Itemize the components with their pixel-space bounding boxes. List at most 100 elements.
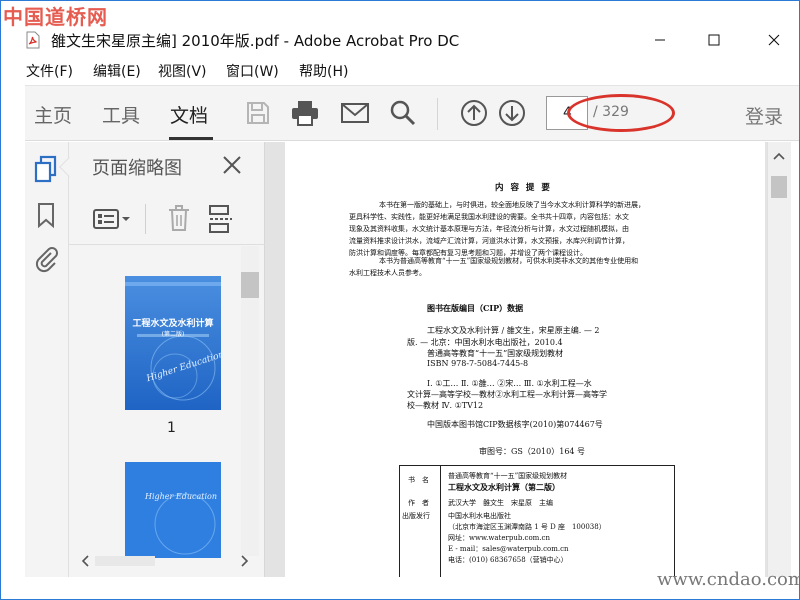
tab-document[interactable]: 文档	[170, 101, 208, 128]
panel-divider	[69, 244, 265, 245]
trash-icon	[169, 205, 189, 231]
abstract-line: 更具科学性、实践性，能更好地满足我国水利建设的需要。全书共十四章，内容包括：水文	[349, 213, 629, 221]
search-button[interactable]	[387, 97, 419, 129]
page-thumbnails-button[interactable]	[31, 154, 61, 184]
page-thumbnail-2[interactable]: Higher Education	[125, 462, 221, 558]
maximize-icon	[708, 34, 720, 46]
publication-info-table: 书 名 普通高等教育“十一五”国家级规划教材 工程水文及水利计算（第二版） 作 …	[399, 465, 675, 577]
review-number: 审图号：GS（2010）164 号	[479, 447, 586, 456]
document-scroll-thumb[interactable]	[771, 176, 787, 198]
table-label: 书 名	[408, 476, 429, 484]
cip-number: 中国版本图书馆CIP数据核字(2010)第074467号	[427, 420, 603, 429]
thumbnail-list: 工程水文及水利计算 (第二版) Higher Education 1 Highe…	[69, 246, 265, 558]
panel-tools-divider	[145, 204, 146, 234]
thumbnail-options-button[interactable]	[93, 206, 133, 232]
minimize-icon	[655, 39, 665, 41]
cip-line: 工程水文及水利计算 / 雒文生，宋星原主编. — 2	[427, 326, 600, 335]
bookmark-icon	[38, 203, 54, 228]
tab-home[interactable]: 主页	[34, 101, 72, 128]
page-thumbnail-1[interactable]: 工程水文及水利计算 (第二版) Higher Education	[125, 276, 226, 410]
abstract-line: 现象及其资料收集，水文统计基本原理与方法，年径流分析与计算，水文过程随机模拟，由	[349, 225, 629, 233]
abstract-line: 本书在第一版的基础上，与时俱进，较全面地反映了当今水文水利计算科学的新进展，	[379, 201, 645, 209]
table-value: （北京市海淀区玉渊潭南路 1 号 D 座 100038）	[448, 523, 606, 531]
thumbnails-panel: 页面缩略图 工程水文及水利计算 (第二版) Higher Education 1…	[59, 142, 265, 577]
cover-title: 工程水文及水利计算	[132, 319, 214, 329]
menu-edit[interactable]: 编辑(E)	[93, 61, 141, 81]
main-toolbar: 主页 工具 文档 4 / 329 登录	[25, 85, 799, 141]
bookmarks-button[interactable]	[31, 200, 61, 230]
delete-page-button[interactable]	[167, 204, 193, 234]
scroll-up-button[interactable]	[771, 148, 787, 164]
list-options-icon	[93, 209, 130, 229]
pdf-file-icon	[26, 31, 40, 49]
email-icon	[341, 103, 369, 123]
close-icon	[768, 34, 780, 46]
search-icon	[390, 100, 416, 126]
thumbnail-horizontal-scrollbar[interactable]	[81, 554, 251, 568]
print-icon	[292, 101, 318, 126]
previous-page-button[interactable]	[458, 97, 490, 129]
menu-window[interactable]: 窗口(W)	[226, 61, 279, 81]
page-count-highlight	[567, 94, 675, 132]
document-page: 内 容 提 要 本书在第一版的基础上，与时俱进，较全面地反映了当今水文水利计算科…	[285, 142, 765, 577]
tab-tools[interactable]: 工具	[102, 101, 140, 128]
page-thumbnails-icon	[34, 155, 57, 183]
cip-class-line: Ⅰ. ①工… Ⅱ. ①雒… ②宋… Ⅲ. ①水利工程—水	[427, 379, 592, 388]
window-title: 雒文生宋星原主编] 2010年版.pdf - Adobe Acrobat Pro…	[51, 32, 460, 50]
maximize-button[interactable]	[691, 25, 737, 55]
toolbar-divider	[437, 98, 438, 130]
attachments-button[interactable]	[31, 244, 61, 274]
table-column-divider	[440, 466, 441, 577]
cover-series: Higher Education	[145, 492, 218, 501]
cip-class-line: 校—教材 Ⅳ. ①TV12	[407, 401, 484, 410]
next-page-button[interactable]	[496, 97, 528, 129]
insert-page-button[interactable]	[207, 204, 235, 234]
close-icon	[223, 156, 241, 174]
abstract-line: 流量资料推求设计洪水，流域产汇流计算，河道洪水计算，水文预报，水库兴利调节计算，	[349, 237, 629, 245]
cip-line: 版. — 北京：中国水利水电出版社，2010.4	[407, 338, 563, 347]
table-value: 武汉大学 雒文生 宋星原 主编	[448, 499, 553, 507]
arrow-down-circle-icon	[499, 100, 525, 126]
navigation-rail	[25, 142, 69, 577]
document-scrollbar[interactable]	[767, 142, 791, 577]
save-icon	[247, 102, 269, 124]
table-value: 中国水利水电出版社	[448, 512, 511, 520]
cip-line: 普通高等教育“十一五”国家级规划教材	[427, 349, 564, 358]
paperclip-icon	[35, 247, 58, 273]
thumbnail-scroll-thumb[interactable]	[241, 272, 259, 298]
cover-image	[125, 276, 221, 410]
chevron-right-icon	[241, 555, 249, 567]
site-watermark-top: 中国道桥网	[3, 5, 108, 29]
save-button[interactable]	[242, 97, 274, 129]
table-label: 出版发行	[402, 512, 430, 520]
site-watermark-bottom: www.cndao.com	[657, 569, 800, 590]
title-bar: 雒文生宋星原主编] 2010年版.pdf - Adobe Acrobat Pro…	[1, 23, 799, 57]
table-label: 作 者	[408, 499, 429, 507]
insert-page-icon	[209, 205, 232, 233]
print-button[interactable]	[289, 97, 321, 129]
doc-heading: 内 容 提 要	[495, 183, 552, 193]
menu-file[interactable]: 文件(F)	[26, 61, 73, 81]
table-value: 普通高等教育“十一五”国家级规划教材	[448, 472, 568, 480]
abstract-line: 水利工程技术人员参考。	[349, 269, 426, 277]
thumbnail-page-label: 1	[167, 420, 176, 436]
active-tab-indicator	[169, 137, 213, 140]
menu-view[interactable]: 视图(V)	[158, 61, 207, 81]
chevron-up-icon	[773, 152, 785, 160]
menu-help[interactable]: 帮助(H)	[299, 61, 348, 81]
minimize-button[interactable]	[637, 25, 683, 55]
table-value: 工程水文及水利计算（第二版）	[448, 482, 560, 492]
email-button[interactable]	[339, 97, 371, 129]
close-panel-button[interactable]	[219, 152, 245, 178]
cip-heading: 图书在版编目（CIP）数据	[427, 303, 524, 313]
close-button[interactable]	[751, 25, 797, 55]
panel-toolbar	[83, 200, 253, 240]
table-value: E - mail：sales@waterpub.com.cn	[448, 545, 569, 553]
chevron-left-icon	[81, 555, 89, 567]
menu-bar: 文件(F) 编辑(E) 视图(V) 窗口(W) 帮助(H)	[1, 59, 799, 83]
panel-title: 页面缩略图	[92, 158, 182, 179]
document-view[interactable]: 内 容 提 要 本书在第一版的基础上，与时俱进，较全面地反映了当今水文水利计算科…	[265, 142, 767, 577]
horizontal-scroll-thumb[interactable]	[95, 556, 155, 566]
login-button[interactable]: 登录	[745, 102, 783, 129]
acrobat-window: 中国道桥网 雒文生宋星原主编] 2010年版.pdf - Adobe Acrob…	[0, 0, 800, 600]
